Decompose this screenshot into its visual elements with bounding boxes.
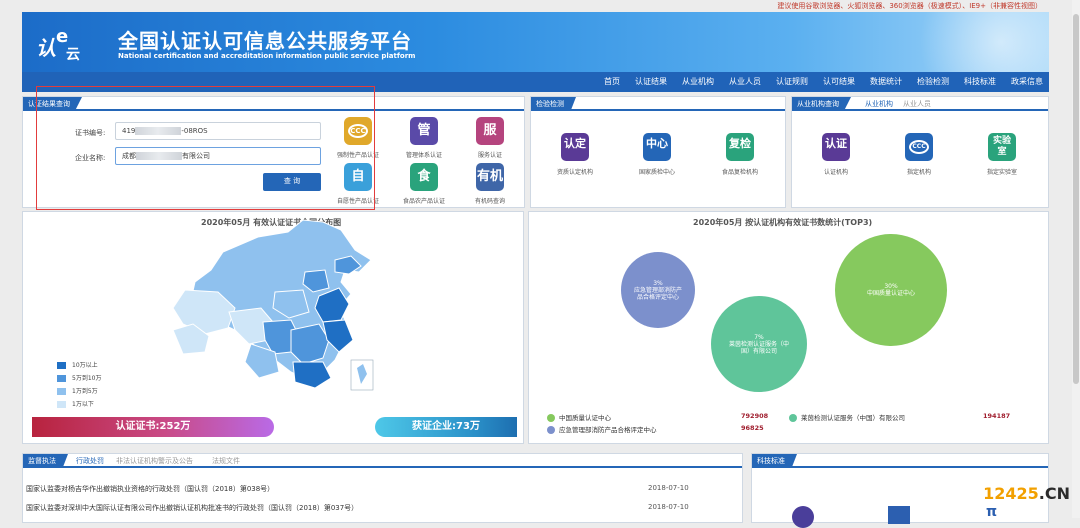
nav-item-cert-rules[interactable]: 认证规则	[776, 72, 808, 92]
watermark: 12425.CN	[983, 484, 1070, 503]
cert-query-panel: 认证结果查询 证书编号: 419 -08ROS 企业名称: 成都 有限公司 查 询 …	[22, 96, 525, 208]
caption-voluntary-cert: 自愿性产品认证	[336, 198, 379, 205]
legend-item: 1万到5万	[57, 386, 98, 395]
tab-personnel[interactable]: 从业人员	[898, 97, 943, 111]
legend-item: 1万以下	[57, 399, 94, 408]
nav-item-personnel[interactable]: 从业人员	[729, 72, 761, 92]
cert-agency-icon[interactable]: 认证	[822, 133, 850, 161]
top3-section: 2020年05月 按认证机构有效证书数统计(TOP3) 3% 应急管理部消防产品合…	[528, 211, 1049, 444]
tab-supervision[interactable]: 监督执法	[23, 454, 68, 468]
nav-item-accreditation[interactable]: 认可结果	[823, 72, 855, 92]
caption-designated-agency: 指定机构	[906, 169, 931, 176]
nav-item-agencies[interactable]: 从业机构	[682, 72, 714, 92]
lab-icon[interactable]: 实验室	[988, 133, 1016, 161]
caption-organic-query: 有机码查询	[474, 198, 505, 205]
nav-item-statistics[interactable]: 数据统计	[870, 72, 902, 92]
nav-item-inspection[interactable]: 检验检测	[917, 72, 949, 92]
search-button[interactable]: 查 询	[263, 173, 321, 191]
bubble-fire-center[interactable]: 3% 应急管理部消防产品合格评定中心	[621, 252, 695, 328]
recheck-icon[interactable]: 复检	[726, 133, 754, 161]
caption-food-cert: 食品农产品认证	[402, 198, 445, 205]
caption-national-center: 国家质检中心	[638, 169, 675, 176]
company-name-label: 企业名称:	[75, 154, 106, 162]
legend-fire-center: 应急管理部消防产品合格评定中心	[547, 424, 657, 434]
management-icon[interactable]: 管	[410, 117, 438, 145]
site-subtitle: National certification and accreditation…	[118, 52, 416, 60]
globe-icon[interactable]	[792, 506, 814, 528]
tab-inspection[interactable]: 检验检测	[531, 97, 576, 111]
legend-item: 10万以上	[57, 360, 98, 369]
caption-mandatory-cert: 强制性产品认证	[336, 152, 379, 159]
site-header: 认 e 云 全国认证认可信息公共服务平台 National certificat…	[22, 12, 1049, 72]
caption-designated-lab: 指定实验室	[986, 169, 1017, 176]
news-item[interactable]: 国家认监委对深圳中大国际认证有限公司作出撤销认证机构批准书的行政处罚（国认罚（2…	[26, 503, 358, 513]
tab-illegal-agencies[interactable]: 非法认证机构警示及公告	[111, 454, 205, 468]
tab-cert-query[interactable]: 认证结果查询	[23, 97, 82, 111]
voluntary-icon[interactable]: 自	[344, 163, 372, 191]
news-date: 2018-07-10	[648, 503, 689, 511]
site-title: 全国认证认可信息公共服务平台	[118, 29, 412, 53]
bubble-tuv[interactable]: 7% 莱茵检测认证服务（中国）有限公司	[711, 296, 807, 392]
nav-item-procurement[interactable]: 政采信息	[1011, 72, 1043, 92]
redacted-mark	[135, 127, 182, 135]
value-cqc: 792908	[741, 412, 769, 420]
page-scrollbar[interactable]	[1072, 0, 1080, 518]
caption-qualification-agency: 资质认定机构	[556, 169, 593, 176]
tab-tech-standards[interactable]: 科技标准	[752, 454, 797, 468]
enterprise-total-badge: 获证企业:73万	[375, 417, 517, 437]
nav-item-cert-results[interactable]: 认证结果	[635, 72, 667, 92]
cert-number-input[interactable]: 419 -08ROS	[115, 122, 321, 140]
map-section: 2020年05月 有效认证证书全国分布图 10万以上 5万到10万 1万到5万 …	[22, 211, 524, 444]
redacted-mark	[136, 152, 182, 160]
china-map	[172, 219, 374, 391]
value-tuv: 194187	[983, 412, 1011, 420]
cert-number-label: 证书编号:	[75, 129, 106, 137]
news-item[interactable]: 国家认监委对杨吉华作出撤销执业资格的行政处罚（国认罚（2018）第038号）	[26, 484, 274, 494]
tab-agency-query[interactable]: 从业机构查询	[792, 97, 851, 111]
qualification-icon[interactable]: 认定	[561, 133, 589, 161]
caption-management-cert: 管理体系认证	[405, 152, 442, 159]
browser-notice: 建议使用谷歌浏览器、火狐浏览器、360浏览器（极速模式）、IE9+（非兼容性视图…	[777, 2, 1042, 10]
tab-admin-penalty[interactable]: 行政处罚	[71, 454, 116, 468]
legend-tuv: 莱茵检测认证服务（中国）有限公司	[789, 412, 905, 422]
main-nav: 首页 认证结果 从业机构 从业人员 认证规则 认可结果 数据统计 检验检测 科技…	[22, 72, 1049, 92]
legend-item: 5万到10万	[57, 373, 101, 382]
value-fire-center: 96825	[741, 424, 764, 432]
ccc-icon[interactable]: CCC	[344, 117, 372, 145]
company-name-input[interactable]: 成都 有限公司	[115, 147, 321, 165]
caption-cert-agency: 认证机构	[823, 169, 848, 176]
nav-item-tech-standards[interactable]: 科技标准	[964, 72, 996, 92]
news-date: 2018-07-10	[648, 484, 689, 492]
inspection-panel: 检验检测 认定 资质认定机构 中心 国家质检中心 复检 食品复检机构	[530, 96, 786, 208]
site-logo[interactable]: 认 e 云	[36, 26, 82, 63]
caption-food-recheck: 食品复检机构	[721, 169, 758, 176]
top3-title: 2020年05月 按认证机构有效证书数统计(TOP3)	[693, 218, 873, 227]
tab-regulations[interactable]: 法规文件	[207, 454, 252, 468]
bubble-cqc[interactable]: 30% 中国质量认证中心	[835, 234, 947, 346]
cert-total-badge: 认证证书:252万	[32, 417, 274, 437]
food-icon[interactable]: 食	[410, 163, 438, 191]
legend-cqc: 中国质量认证中心	[547, 412, 611, 422]
organic-icon[interactable]: 有机	[476, 163, 504, 191]
agency-panel: 从业机构查询 从业机构 从业人员 认证 认证机构 CCC 指定机构 实验室 指定…	[791, 96, 1049, 208]
ccc-agency-icon[interactable]: CCC	[905, 133, 933, 161]
nav-item-home[interactable]: 首页	[604, 72, 620, 92]
center-icon[interactable]: 中心	[643, 133, 671, 161]
caption-service-cert: 服务认证	[477, 152, 502, 159]
building-icon[interactable]	[888, 506, 910, 524]
scrollbar-thumb[interactable]	[1073, 14, 1079, 384]
service-icon[interactable]: 服	[476, 117, 504, 145]
